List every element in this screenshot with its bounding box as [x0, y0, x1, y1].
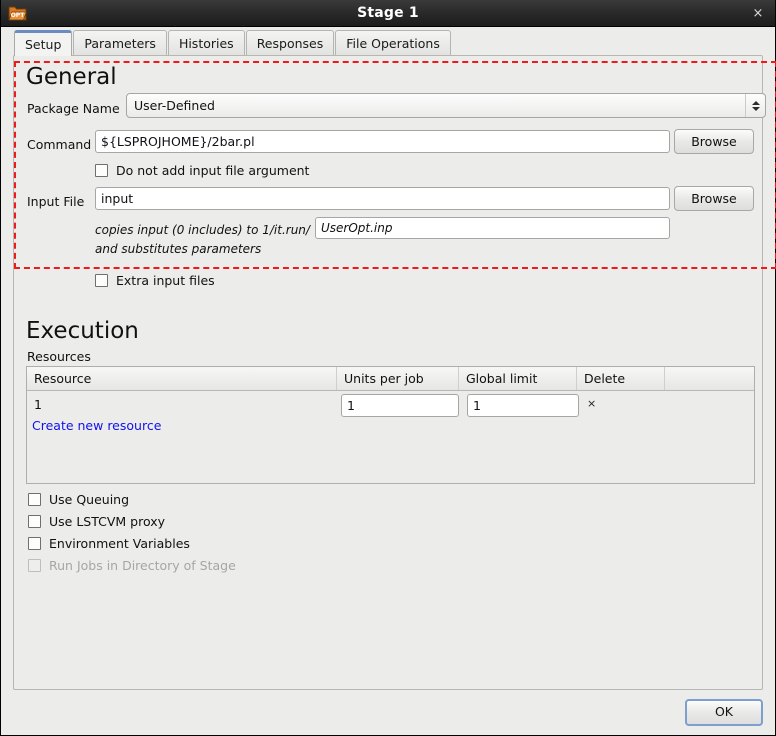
column-units-per-job: Units per job: [337, 367, 459, 390]
command-input[interactable]: ${LSPROJHOME}/2bar.pl: [95, 130, 670, 153]
ok-button[interactable]: OK: [685, 699, 763, 726]
no-input-arg-label: Do not add input file argument: [116, 163, 310, 178]
use-lstcvm-proxy-label: Use LSTCVM proxy: [49, 514, 166, 529]
tab-parameters[interactable]: Parameters: [73, 30, 167, 56]
package-name-label: Package Name: [27, 101, 120, 116]
column-resource: Resource: [27, 367, 337, 390]
input-file-input[interactable]: input: [95, 187, 670, 210]
use-lstcvm-proxy-checkbox-row[interactable]: Use LSTCVM proxy: [28, 514, 165, 529]
execution-heading: Execution: [26, 318, 139, 344]
substitutes-parameters-text: and substitutes parameters: [95, 242, 262, 256]
stage-dialog-window: OPT Stage 1 × Setup Parameters Histories…: [0, 0, 776, 736]
chevron-updown-icon[interactable]: [745, 94, 765, 117]
window-title: Stage 1: [357, 5, 419, 21]
tab-histories[interactable]: Histories: [167, 30, 245, 56]
tab-setup[interactable]: Setup: [14, 30, 73, 56]
global-limit-input[interactable]: 1: [467, 394, 579, 417]
copies-input-text: copies input (0 includes) to 1/it.run/: [95, 223, 310, 237]
column-delete: Delete: [577, 367, 665, 390]
tab-responses-label: Responses: [256, 36, 324, 51]
environment-variables-label: Environment Variables: [49, 536, 190, 551]
dialog-button-bar: OK: [1, 690, 775, 735]
tab-file-operations-label: File Operations: [346, 36, 440, 51]
tab-responses[interactable]: Responses: [245, 30, 335, 56]
use-queuing-label: Use Queuing: [49, 492, 130, 507]
run-jobs-in-stage-dir-label: Run Jobs in Directory of Stage: [49, 558, 236, 573]
resources-table-body: 1 1 1 × Create new resource: [27, 391, 754, 483]
extra-input-files-checkbox[interactable]: [95, 274, 108, 287]
tab-parameters-label: Parameters: [84, 36, 156, 51]
resources-table: Resource Units per job Global limit Dele…: [26, 366, 755, 484]
environment-variables-checkbox[interactable]: [28, 537, 41, 550]
command-label: Command: [27, 137, 92, 152]
close-icon[interactable]: ×: [750, 6, 766, 22]
package-name-value: User-Defined: [134, 98, 215, 113]
tab-histories-label: Histories: [178, 36, 234, 51]
setup-tab-panel: General Package Name User-Defined Comman…: [13, 55, 776, 690]
use-queuing-checkbox-row[interactable]: Use Queuing: [28, 492, 129, 507]
resources-label: Resources: [27, 349, 91, 364]
general-heading: General: [26, 64, 117, 90]
run-jobs-in-stage-dir-checkbox: [28, 559, 41, 572]
column-global-limit: Global limit: [459, 367, 577, 390]
no-input-arg-checkbox[interactable]: [95, 164, 108, 177]
units-per-job-input[interactable]: 1: [341, 394, 459, 417]
opt-folder-icon: OPT: [8, 4, 28, 23]
environment-variables-checkbox-row[interactable]: Environment Variables: [28, 536, 190, 551]
command-browse-button[interactable]: Browse: [674, 129, 754, 154]
column-spacer: [665, 367, 754, 390]
table-row-resource-value: 1: [34, 397, 42, 412]
svg-text:OPT: OPT: [11, 12, 25, 19]
tab-setup-label: Setup: [25, 37, 62, 52]
no-input-arg-checkbox-row[interactable]: Do not add input file argument: [95, 163, 309, 178]
input-file-label: Input File: [27, 194, 85, 209]
extra-input-files-label: Extra input files: [116, 273, 215, 288]
input-file-browse-button[interactable]: Browse: [674, 186, 754, 211]
delete-row-icon[interactable]: ×: [587, 397, 596, 410]
create-new-resource-link[interactable]: Create new resource: [32, 418, 161, 433]
resources-table-header: Resource Units per job Global limit Dele…: [27, 367, 754, 391]
use-queuing-checkbox[interactable]: [28, 493, 41, 506]
package-name-select[interactable]: User-Defined: [126, 93, 766, 118]
tab-bar: Setup Parameters Histories Responses Fil…: [1, 27, 775, 56]
extra-input-files-checkbox-row[interactable]: Extra input files: [95, 273, 215, 288]
copies-target-input[interactable]: UserOpt.inp: [315, 217, 670, 239]
use-lstcvm-proxy-checkbox[interactable]: [28, 515, 41, 528]
run-jobs-in-stage-dir-checkbox-row: Run Jobs in Directory of Stage: [28, 558, 236, 573]
tab-file-operations[interactable]: File Operations: [335, 30, 451, 56]
title-bar: OPT Stage 1 ×: [1, 0, 775, 27]
